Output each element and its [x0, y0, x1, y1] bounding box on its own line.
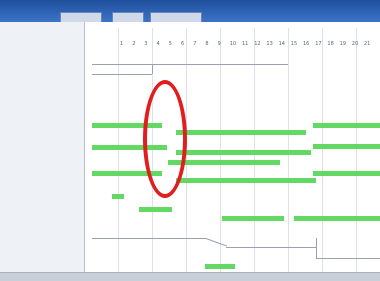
time-tick: 18: [327, 41, 334, 47]
signal-line: [92, 74, 152, 75]
signal-line: [316, 238, 317, 258]
time-tick: 21: [364, 41, 371, 47]
time-tick: 9: [217, 41, 221, 47]
time-tick: 20: [351, 41, 359, 47]
timeline-bar: [313, 171, 380, 176]
time-tick: 8: [205, 41, 209, 47]
time-tick: 1: [120, 41, 124, 47]
timeline-bar: [313, 144, 380, 149]
highlight-oval: [143, 80, 187, 198]
time-tick: 17: [315, 41, 322, 47]
time-tick: 11: [242, 41, 249, 47]
time-tick: 10: [229, 41, 237, 47]
timeline-bar: [139, 207, 172, 212]
time-tick: 16: [303, 41, 310, 47]
time-tick: 15: [290, 41, 298, 47]
grid-line: [322, 28, 323, 273]
grid-line: [356, 28, 357, 273]
status-bar: [0, 272, 380, 281]
signal-line: [226, 247, 316, 248]
timeline-bar: [176, 178, 316, 183]
timeline-bar: [205, 264, 235, 269]
time-tick: 5: [168, 41, 172, 47]
time-tick: 19: [339, 41, 346, 47]
timeline-bar: [222, 216, 284, 221]
time-tick: 13: [266, 41, 273, 47]
signal-line: [316, 258, 380, 259]
time-tick: 6: [181, 41, 185, 47]
time-tick: 7: [193, 41, 197, 47]
signal-line: [92, 238, 206, 239]
timeline-bar: [176, 150, 311, 155]
window-titlebar: [0, 0, 380, 23]
time-tick: 14: [278, 41, 285, 47]
time-tick: 4: [156, 41, 160, 47]
signal-line: [92, 64, 288, 65]
time-tick: 12: [254, 41, 261, 47]
timeline-bar: [294, 216, 380, 221]
signal-line: [152, 64, 153, 74]
timeline-bar: [313, 123, 380, 128]
time-tick: 2: [132, 41, 136, 47]
timeline-bar: [112, 194, 124, 199]
timeline-bar: [176, 130, 306, 135]
screen: { "window": {"title": ""}, "left_panel":…: [0, 0, 380, 281]
time-tick: 3: [144, 41, 148, 47]
signal-list-panel: [0, 22, 85, 281]
